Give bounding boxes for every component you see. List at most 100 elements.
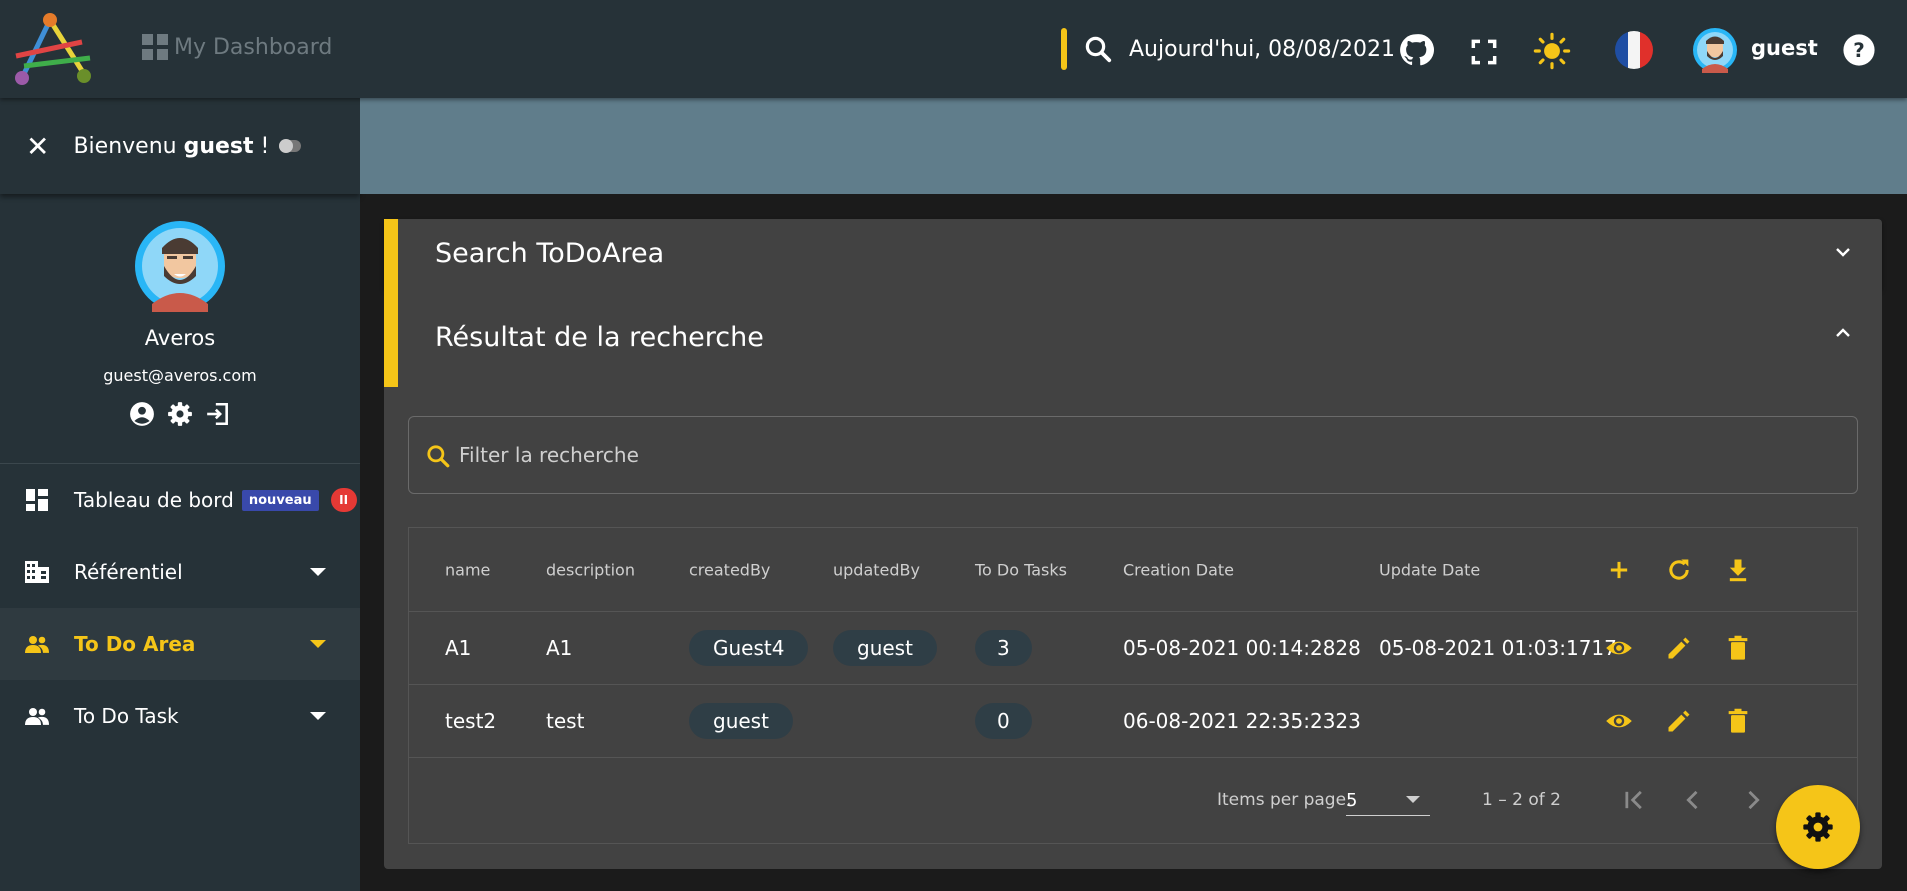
settings-gear-icon[interactable]	[167, 401, 193, 427]
updatedby-chip: guest	[833, 630, 937, 666]
top-username[interactable]: guest	[1751, 36, 1818, 60]
welcome-user: guest	[183, 133, 254, 159]
column-header-todo-tasks[interactable]: To Do Tasks	[975, 560, 1067, 579]
app-logo[interactable]	[10, 12, 100, 88]
cell-name: A1	[445, 636, 472, 660]
column-header-updatedby[interactable]: updatedBy	[833, 560, 920, 579]
chevron-down-icon	[310, 712, 326, 720]
page-size-select[interactable]: 5	[1346, 784, 1430, 816]
profile-name: Averos	[144, 326, 216, 350]
sidebar-item-label: Référentiel	[74, 560, 183, 584]
help-icon[interactable]: ?	[1842, 33, 1876, 67]
table-header-row: name description createdBy updatedBy To …	[409, 528, 1857, 612]
first-page-icon[interactable]	[1621, 786, 1649, 814]
new-badge: nouveau	[241, 489, 319, 511]
cell-creation-date: 05-08-2021 00:14:2828	[1123, 636, 1361, 660]
profile-email: guest@averos.com	[103, 366, 257, 385]
todo-tasks-chip: 3	[975, 630, 1032, 666]
column-header-name[interactable]: name	[445, 560, 490, 579]
results-panel: Résultat de la recherche name descriptio…	[384, 289, 1882, 869]
download-icon[interactable]	[1724, 556, 1752, 584]
cell-update-date: 05-08-2021 01:03:1717	[1379, 636, 1617, 660]
cell-creation-date: 06-08-2021 22:35:2323	[1123, 709, 1361, 733]
page-banner	[360, 98, 1907, 194]
sidebar-item-label: To Do Task	[74, 704, 179, 728]
search-icon[interactable]	[1083, 34, 1113, 64]
top-bar: My Dashboard Aujourd'hui, 08/08/2021 gue…	[0, 0, 1907, 98]
account-circle-icon[interactable]	[129, 401, 155, 427]
page-range-label: 1 – 2 of 2	[1482, 790, 1561, 810]
edit-pencil-icon[interactable]	[1665, 707, 1693, 735]
view-eye-icon[interactable]	[1605, 634, 1633, 662]
france-flag-icon[interactable]	[1614, 30, 1654, 70]
welcome-suffix: !	[253, 133, 270, 159]
filter-input[interactable]	[459, 437, 1839, 473]
sidebar-item-todo-task[interactable]: To Do Task	[0, 680, 360, 752]
panel-accent	[384, 289, 398, 387]
github-icon[interactable]	[1398, 32, 1434, 68]
sidebar-item-referentiel[interactable]: Référentiel	[0, 536, 360, 608]
people-icon	[24, 631, 50, 657]
counter-badge: II	[330, 488, 357, 512]
cell-name: test2	[445, 709, 497, 733]
table-row[interactable]: A1 A1 Guest4 guest 3 05-08-2021 00:14:28…	[409, 612, 1857, 685]
chevron-down-icon	[310, 568, 326, 576]
add-icon[interactable]	[1605, 556, 1633, 584]
previous-page-icon[interactable]	[1679, 786, 1707, 814]
user-avatar[interactable]	[1692, 27, 1738, 73]
delete-trash-icon[interactable]	[1724, 634, 1752, 662]
welcome-bar: ✕ Bienvenu guest !	[0, 98, 360, 194]
profile-card: Averos guest@averos.com	[0, 194, 360, 464]
cell-description: test	[546, 709, 585, 733]
sidebar-item-dashboard[interactable]: Tableau de bord nouveau II	[0, 464, 360, 536]
fullscreen-icon[interactable]	[1468, 36, 1500, 68]
refresh-icon[interactable]	[1665, 556, 1693, 584]
brand-label: My Dashboard	[174, 34, 333, 60]
column-header-update-date[interactable]: Update Date	[1379, 560, 1480, 579]
results-panel-title[interactable]: Résultat de la recherche	[435, 322, 764, 353]
dashboard-icon	[24, 487, 50, 513]
close-icon[interactable]: ✕	[26, 130, 49, 163]
paginator: Items per page: 5 1 – 2 of 2	[409, 758, 1857, 844]
cell-description: A1	[546, 636, 573, 660]
next-page-icon[interactable]	[1739, 786, 1767, 814]
sidebar-item-label: To Do Area	[74, 632, 196, 656]
welcome-text: Bienvenu guest !	[73, 134, 269, 159]
panel-accent	[384, 219, 398, 289]
svg-text:?: ?	[1853, 39, 1865, 62]
search-panel-header[interactable]: Search ToDoArea	[384, 219, 1882, 289]
chevron-down-icon[interactable]	[1834, 245, 1852, 259]
delete-trash-icon[interactable]	[1724, 707, 1752, 735]
createdby-chip: Guest4	[689, 630, 809, 666]
sidebar-item-label: Tableau de bord	[74, 488, 234, 512]
createdby-chip: guest	[689, 703, 793, 739]
date-accent-bar	[1061, 28, 1067, 70]
brand[interactable]: My Dashboard	[142, 34, 332, 60]
edit-pencil-icon[interactable]	[1665, 634, 1693, 662]
people-icon	[24, 703, 50, 729]
theme-sun-icon[interactable]	[1533, 32, 1571, 70]
filter-field	[408, 416, 1858, 494]
column-header-description[interactable]: description	[546, 560, 635, 579]
sidebar: ✕ Bienvenu guest ! Averos guest@averos.c…	[0, 98, 360, 891]
dashboard-icon	[142, 34, 168, 60]
profile-actions	[0, 401, 360, 427]
chevron-down-icon	[310, 640, 326, 648]
today-date: Aujourd'hui, 08/08/2021	[1129, 37, 1395, 62]
items-per-page-label: Items per page:	[1217, 790, 1352, 810]
chevron-up-icon[interactable]	[1834, 326, 1852, 340]
logout-icon[interactable]	[205, 401, 231, 427]
table-row[interactable]: test2 test guest 0 06-08-2021 22:35:2323	[409, 685, 1857, 758]
profile-avatar	[135, 221, 225, 312]
welcome-toggle[interactable]	[279, 139, 302, 153]
chevron-down-icon	[1406, 796, 1420, 803]
results-table: name description createdBy updatedBy To …	[408, 527, 1858, 844]
sidebar-item-todo-area[interactable]: To Do Area	[0, 608, 360, 680]
settings-fab-button[interactable]	[1776, 785, 1860, 869]
column-header-createdby[interactable]: createdBy	[689, 560, 770, 579]
welcome-prefix: Bienvenu	[73, 133, 184, 159]
view-eye-icon[interactable]	[1605, 707, 1633, 735]
column-header-creation-date[interactable]: Creation Date	[1123, 560, 1234, 579]
todo-tasks-chip: 0	[975, 703, 1032, 739]
search-panel-title: Search ToDoArea	[435, 238, 665, 269]
